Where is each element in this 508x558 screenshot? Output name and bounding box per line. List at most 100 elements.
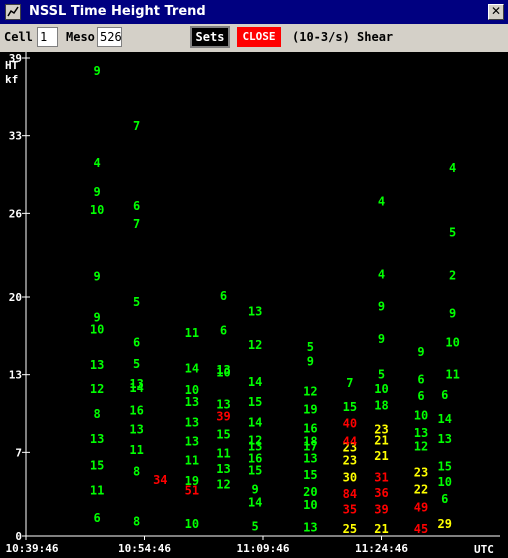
data-label: 9 bbox=[417, 345, 424, 359]
data-label: 6 bbox=[133, 335, 140, 349]
meso-label: Meso bbox=[66, 30, 95, 44]
chart-svg: 071320263339 10:39:46 10:54:46 11:09:46 11:… bbox=[5, 52, 500, 556]
data-label: 21 bbox=[374, 522, 388, 536]
y-tick-label: 20 bbox=[9, 291, 22, 304]
data-label: 10 bbox=[185, 517, 199, 531]
data-label: 12 bbox=[248, 433, 262, 447]
data-label: 12 bbox=[90, 382, 104, 396]
window-title: NSSL Time Height Trend bbox=[29, 4, 206, 19]
y-axis-label-ht: HT bbox=[5, 59, 19, 72]
data-label: 9 bbox=[93, 64, 100, 78]
data-label: 34 bbox=[153, 473, 167, 487]
data-label: 14 bbox=[248, 415, 262, 429]
data-label: 9 bbox=[449, 307, 456, 321]
data-label: 8 bbox=[133, 464, 140, 478]
data-label: 16 bbox=[303, 421, 317, 435]
data-label: 4 bbox=[449, 161, 456, 175]
data-label: 36 bbox=[374, 486, 388, 500]
data-label: 10 bbox=[90, 322, 104, 336]
data-label: 23 bbox=[414, 466, 428, 480]
x-tick-label: 11:24:46 bbox=[355, 542, 408, 555]
window-close-button[interactable]: ✕ bbox=[488, 4, 504, 20]
data-label: 13 bbox=[437, 432, 451, 446]
data-label: 12 bbox=[303, 384, 317, 398]
data-label: 44 bbox=[343, 435, 357, 449]
x-tick-label: 11:09:46 bbox=[237, 542, 290, 555]
data-label: 6 bbox=[441, 388, 448, 402]
data-label: 6 bbox=[93, 511, 100, 525]
y-tick-label: 13 bbox=[9, 369, 22, 382]
y-tick-label: 7 bbox=[15, 446, 22, 459]
data-label: 13 bbox=[303, 521, 317, 535]
data-label: 13 bbox=[90, 358, 104, 372]
data-label: 6 bbox=[220, 289, 227, 303]
data-label: 15 bbox=[248, 395, 262, 409]
data-label: 12 bbox=[414, 439, 428, 453]
data-label: 10 bbox=[90, 203, 104, 217]
data-label: 14 bbox=[248, 375, 262, 389]
title-bar: NSSL Time Height Trend ✕ bbox=[0, 0, 508, 24]
cell-field[interactable]: 1 bbox=[37, 27, 58, 47]
data-label: 4 bbox=[93, 156, 100, 170]
y-tick-label: 26 bbox=[9, 207, 23, 220]
data-label: 5 bbox=[133, 357, 140, 371]
data-label: 11 bbox=[185, 454, 199, 468]
data-label: 20 bbox=[303, 485, 317, 499]
data-label: 13 bbox=[216, 398, 230, 412]
data-label: 13 bbox=[185, 415, 199, 429]
sets-button[interactable]: Sets bbox=[190, 26, 230, 48]
data-label: 5 bbox=[378, 368, 385, 382]
data-label: 15 bbox=[90, 458, 104, 472]
data-label: 22 bbox=[414, 482, 428, 496]
data-label: 31 bbox=[374, 470, 388, 484]
data-label: 9 bbox=[93, 270, 100, 284]
data-label: 4 bbox=[378, 194, 385, 208]
meso-field[interactable]: 526 bbox=[97, 27, 122, 47]
close-button[interactable]: CLOSE bbox=[237, 27, 281, 47]
data-label: 12 bbox=[248, 338, 262, 352]
data-label: 8 bbox=[93, 407, 100, 421]
field-label: (10-3/s) Shear bbox=[292, 30, 394, 44]
data-label: 16 bbox=[129, 404, 143, 418]
data-label: 4 bbox=[378, 267, 385, 281]
data-label: 6 bbox=[441, 492, 448, 506]
data-label: 13 bbox=[303, 451, 317, 465]
data-label: 49 bbox=[414, 500, 428, 514]
data-label: 10 bbox=[437, 475, 451, 489]
data-label: 5 bbox=[449, 225, 456, 239]
data-label: 11 bbox=[216, 447, 230, 461]
data-label: 13 bbox=[129, 423, 143, 437]
data-label: 18 bbox=[303, 435, 317, 449]
data-label: 13 bbox=[185, 435, 199, 449]
data-label: 13 bbox=[216, 363, 230, 377]
data-label: 18 bbox=[374, 399, 388, 413]
data-label: 11 bbox=[185, 326, 199, 340]
data-label: 9 bbox=[251, 482, 258, 496]
data-label: 10 bbox=[303, 498, 317, 512]
data-label: 14 bbox=[437, 412, 451, 426]
data-label: 35 bbox=[343, 503, 357, 517]
y-ticks: 071320263339 bbox=[9, 52, 30, 543]
data-label: 11 bbox=[445, 368, 459, 382]
data-label: 13 bbox=[414, 426, 428, 440]
data-label: 39 bbox=[216, 410, 230, 424]
data-labels: 6111513812131099109498811131614135657673… bbox=[90, 64, 460, 536]
time-height-plot: 0 7 13 20 26 33 39 10:39:46 10:54:46 11:09:46 11:… bbox=[0, 52, 508, 558]
data-label: 15 bbox=[303, 468, 317, 482]
data-label: 16 bbox=[248, 451, 262, 465]
data-label: 6 bbox=[220, 323, 227, 337]
data-label: 19 bbox=[185, 474, 199, 488]
data-label: 9 bbox=[378, 332, 385, 346]
data-label: 10 bbox=[374, 382, 388, 396]
x-axis-unit: UTC bbox=[474, 543, 494, 556]
data-label: 13 bbox=[185, 395, 199, 409]
x-tick-label: 10:39:46 bbox=[6, 542, 59, 555]
data-label: 7 bbox=[346, 376, 353, 390]
data-label: 15 bbox=[248, 463, 262, 477]
data-label: 29 bbox=[437, 517, 451, 531]
data-label: 11 bbox=[90, 484, 104, 498]
data-label: 10 bbox=[445, 335, 459, 349]
data-label: 9 bbox=[307, 355, 314, 369]
x-tick-label: 10:54:46 bbox=[118, 542, 171, 555]
data-label: 11 bbox=[129, 443, 143, 457]
